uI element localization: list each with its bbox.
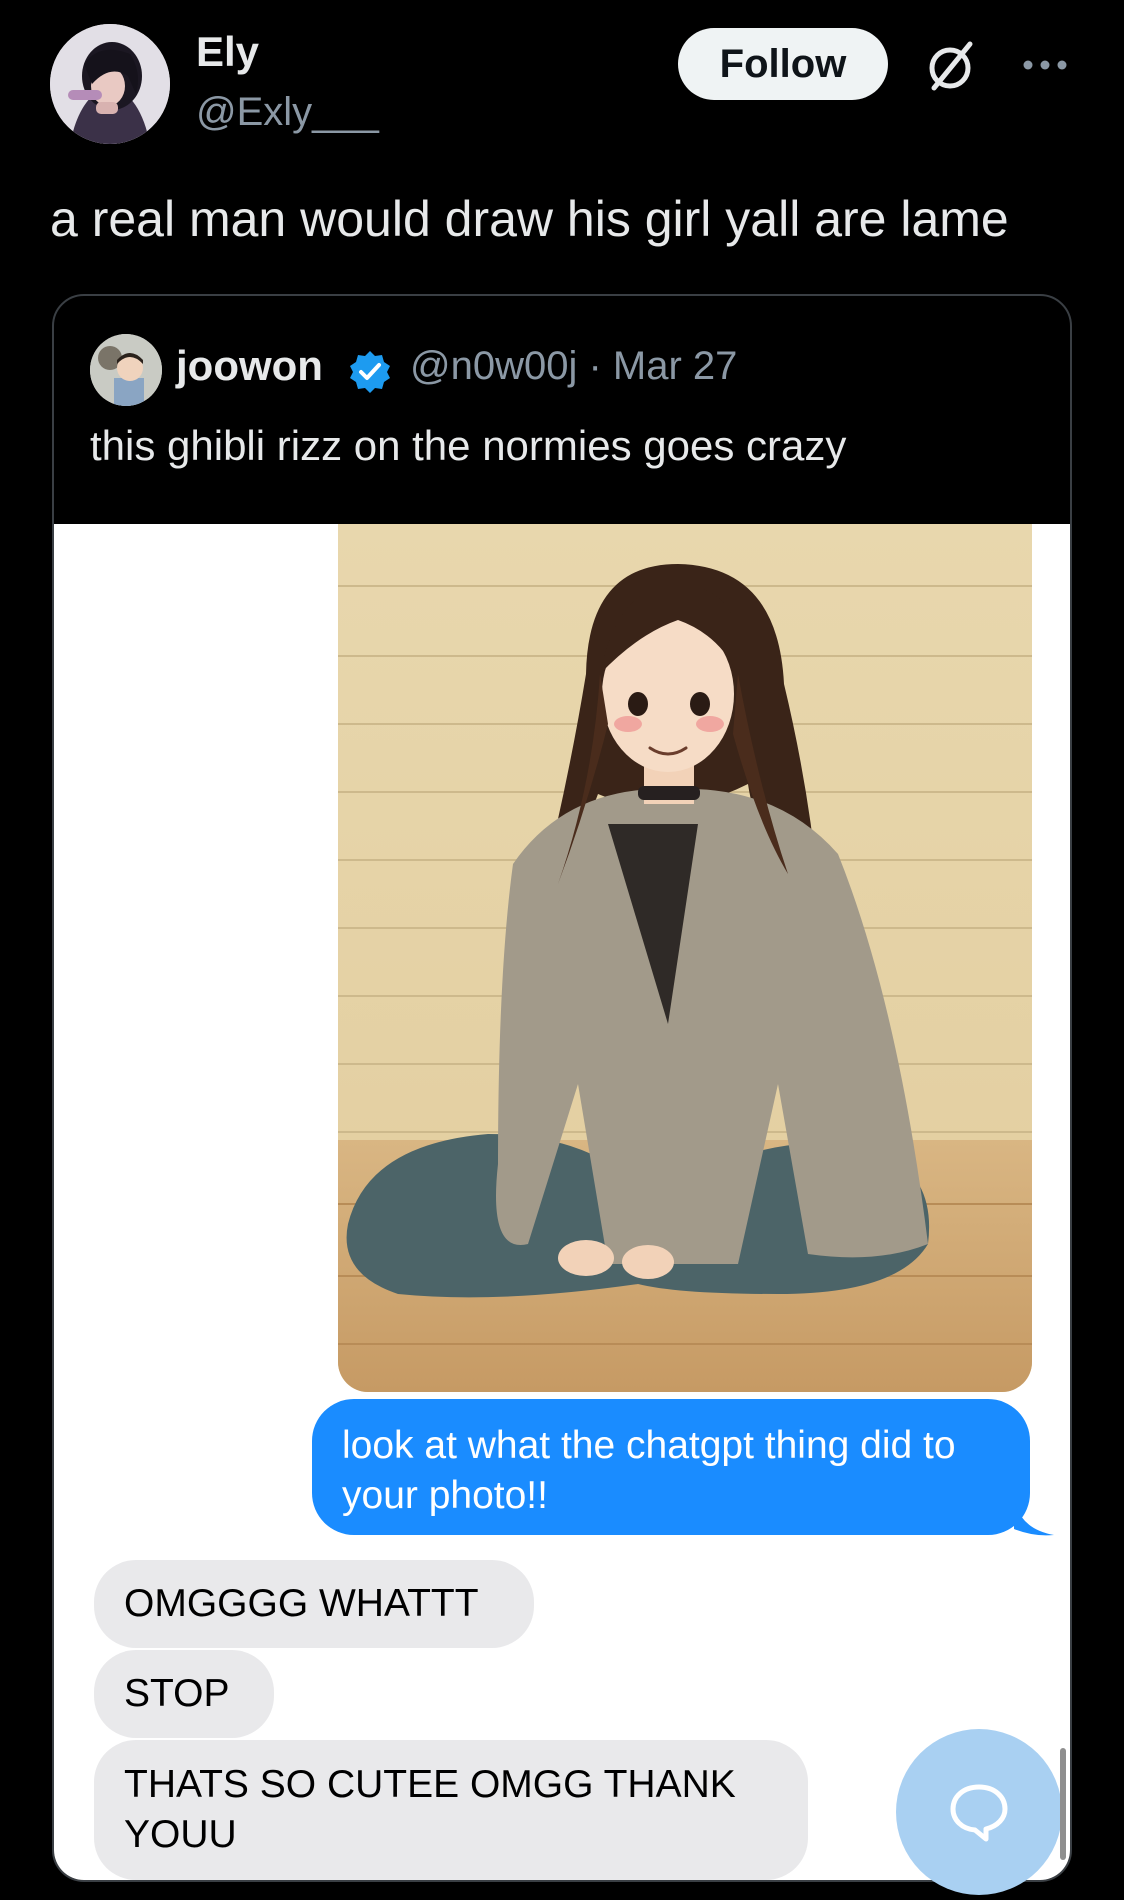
received-message-bubble: OMGGGG WHATTT: [94, 1560, 534, 1648]
quote-author-avatar[interactable]: [90, 334, 162, 406]
reply-button[interactable]: [896, 1729, 1062, 1895]
verified-badge-icon: [346, 348, 394, 396]
quote-meta: @n0w00j · Mar 27: [410, 344, 737, 389]
quote-author-handle[interactable]: @n0w00j: [410, 344, 577, 388]
more-options-icon[interactable]: [1020, 50, 1070, 80]
follow-button[interactable]: Follow: [678, 28, 888, 100]
grok-icon[interactable]: [920, 36, 980, 96]
quoted-post-card[interactable]: joowon @n0w00j · Mar 27 this ghibli rizz…: [52, 294, 1072, 1882]
author-handle[interactable]: @Exly___: [196, 90, 379, 135]
chat-screenshot: look at what the chatgpt thing did to yo…: [54, 524, 1070, 1880]
post-text: a real man would draw his girl yall are …: [50, 191, 1009, 247]
author-name[interactable]: Ely: [196, 28, 259, 76]
illustration-image: [338, 524, 1032, 1392]
received-message-bubble: THATS SO CUTEE OMGG THANK YOUU: [94, 1740, 808, 1880]
received-message-bubble: STOP: [94, 1650, 274, 1738]
scrollbar[interactable]: [1060, 1748, 1066, 1860]
reply-bubble-icon: [950, 1784, 1008, 1842]
author-avatar[interactable]: [50, 24, 170, 144]
bubble-tail: [1014, 1499, 1058, 1539]
meta-separator: ·: [577, 344, 613, 388]
quote-text: this ghibli rizz on the normies goes cra…: [90, 422, 847, 469]
sent-message-bubble: look at what the chatgpt thing did to yo…: [312, 1399, 1030, 1535]
quote-date[interactable]: Mar 27: [613, 344, 738, 388]
quote-author-name[interactable]: joowon: [176, 342, 323, 390]
